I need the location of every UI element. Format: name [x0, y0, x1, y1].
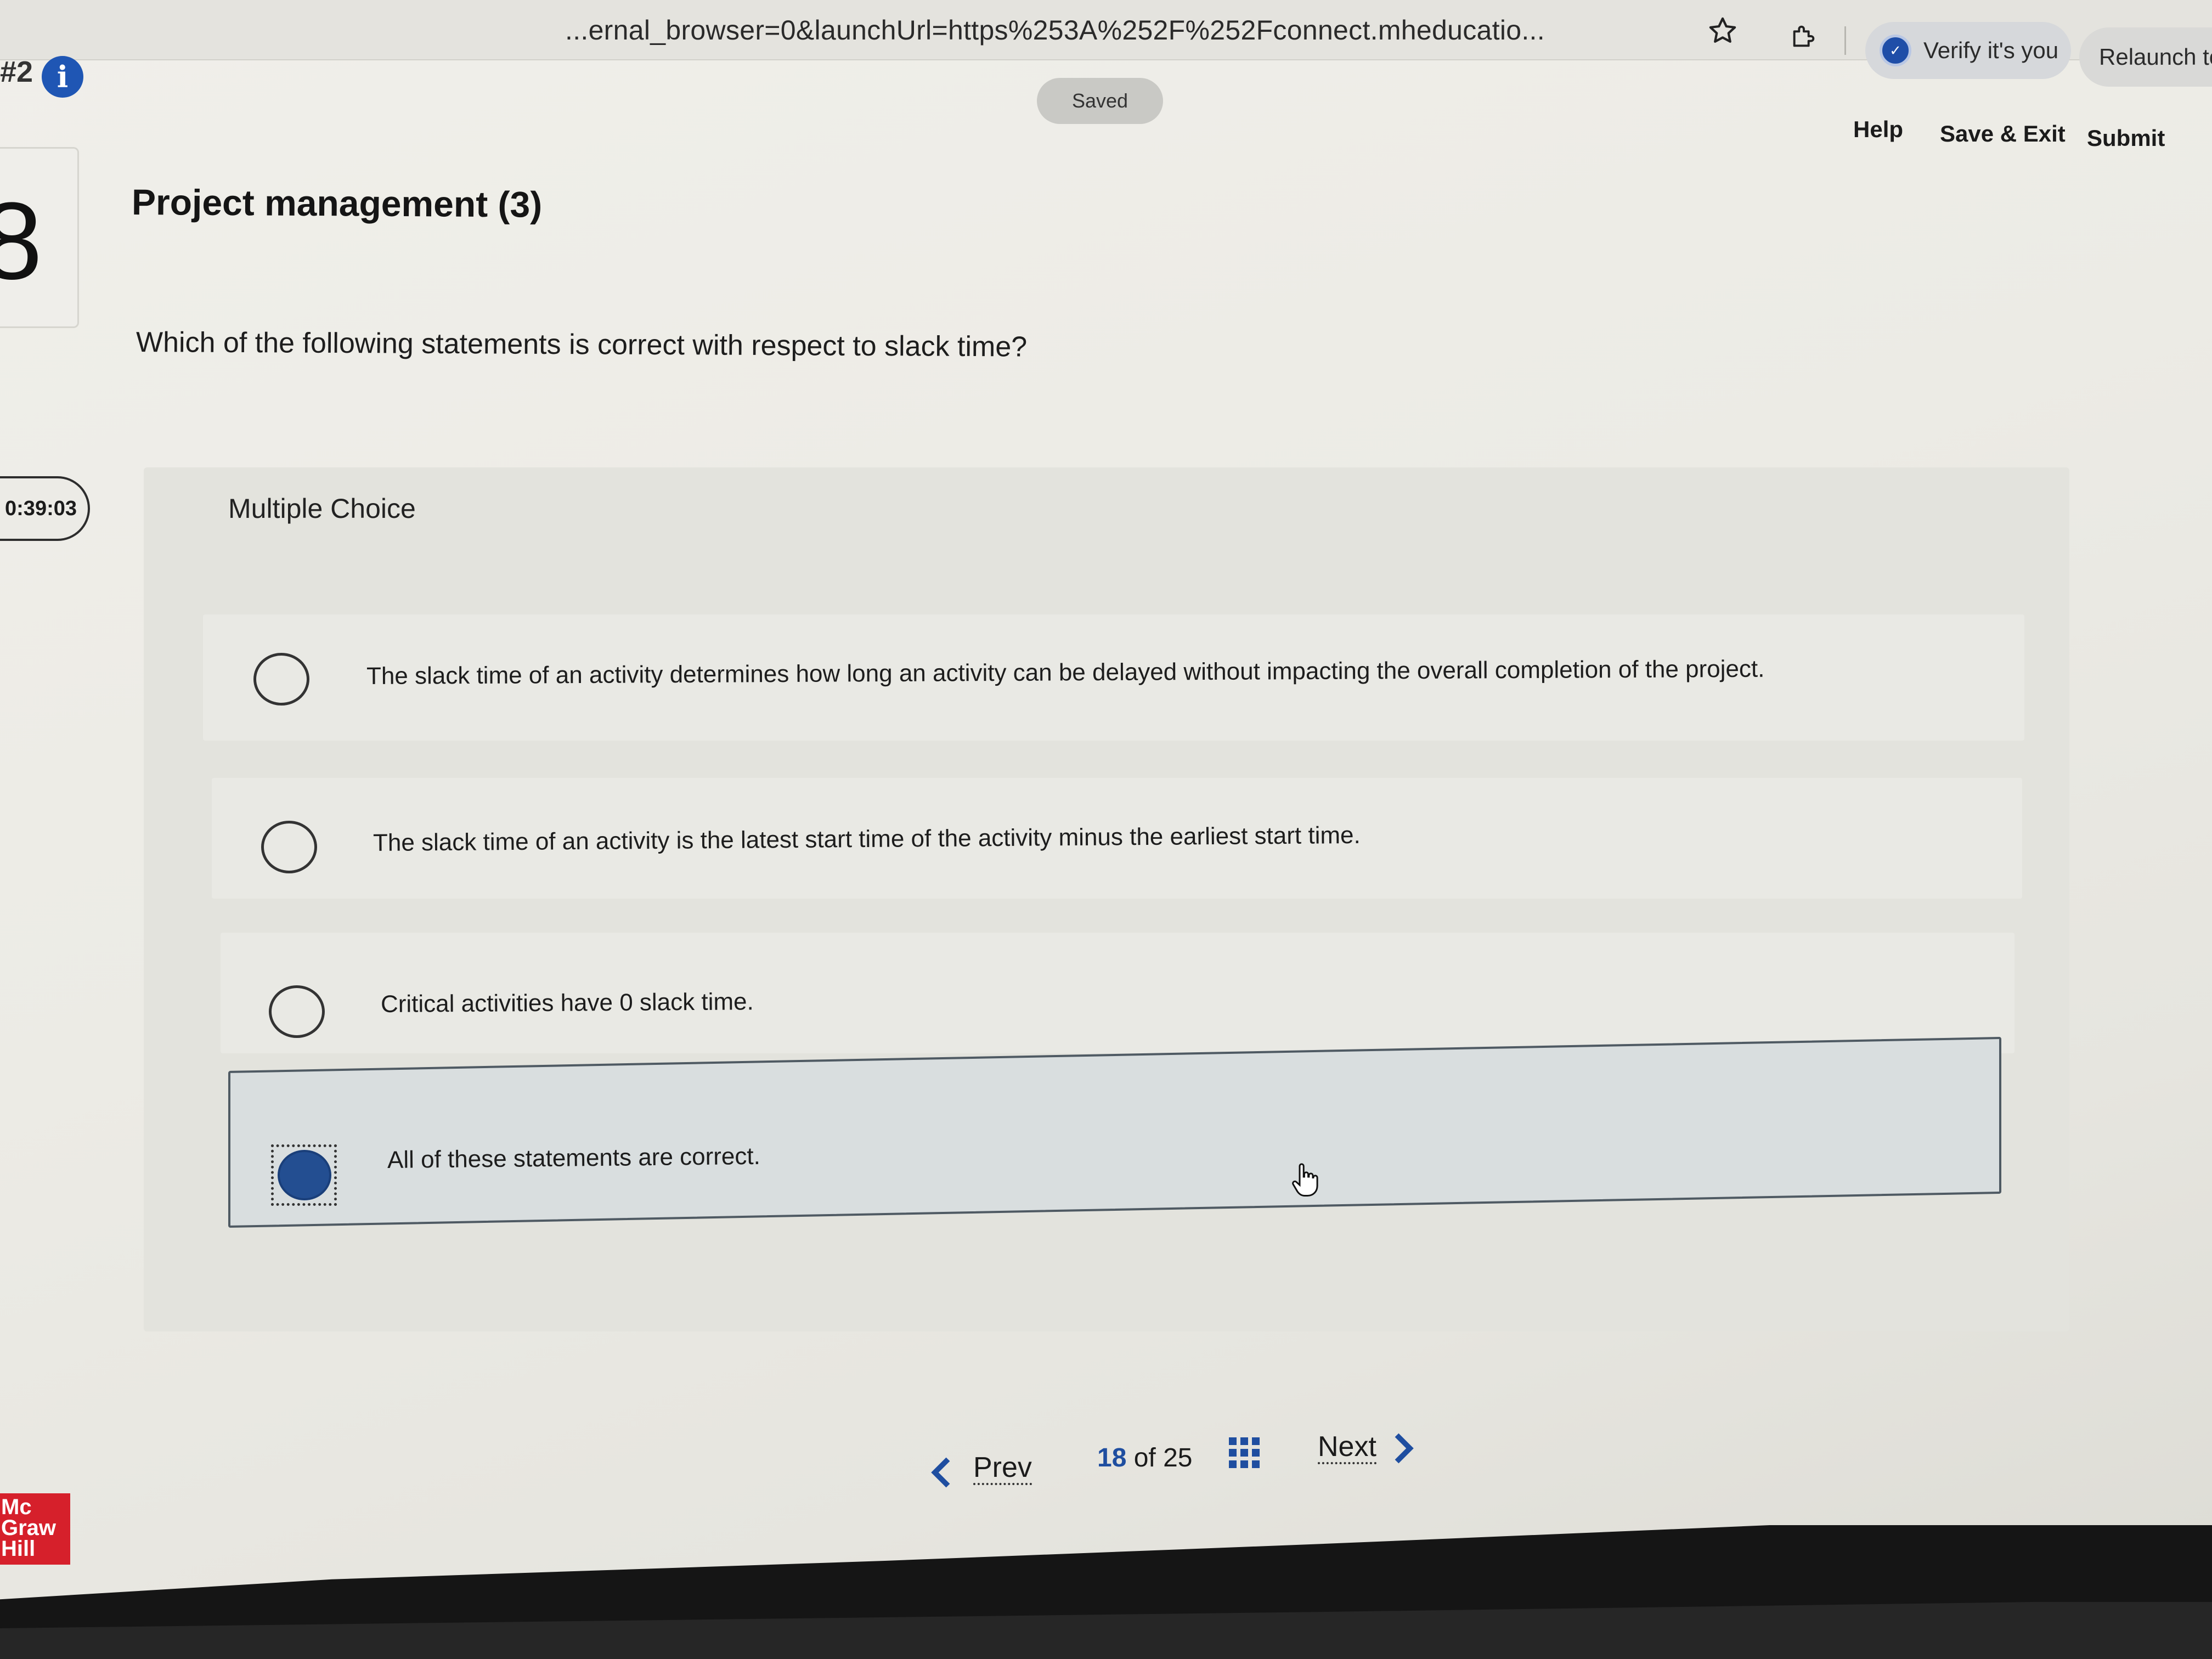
toolbar-separator	[1844, 26, 1846, 55]
browser-toolbar: ...ernal_browser=0&launchUrl=https%253A%…	[0, 0, 2212, 79]
timer[interactable]: 0:39:03	[0, 476, 90, 541]
bookmark-star-icon[interactable]	[1707, 15, 1738, 46]
total-pages: 25	[1163, 1443, 1193, 1472]
radio-option-c[interactable]	[269, 985, 325, 1038]
current-page: 18	[1097, 1443, 1127, 1472]
question-number: 8	[0, 180, 43, 302]
chevron-right-icon[interactable]	[1392, 1433, 1414, 1464]
question-tag: #2	[0, 55, 33, 88]
hand-pointer-cursor-icon	[1292, 1163, 1318, 1197]
logo-line-3: Hill	[1, 1537, 36, 1561]
save-exit-button[interactable]: Save & Exit	[1940, 121, 2066, 147]
verify-label: Verify it's you	[1923, 37, 2059, 63]
chevron-left-icon[interactable]	[930, 1457, 952, 1488]
logo-line-1: Mc	[1, 1495, 32, 1519]
saved-status-badge: Saved	[1037, 78, 1163, 124]
info-icon[interactable]: i	[42, 56, 83, 98]
radio-option-d-selected[interactable]	[278, 1150, 331, 1200]
verify-button[interactable]: ✓ Verify it's you	[1865, 22, 2071, 79]
question-type-label: Multiple Choice	[228, 493, 416, 524]
profile-shield-icon: ✓	[1880, 35, 1911, 66]
next-button[interactable]: Next	[1318, 1432, 1376, 1464]
submit-button[interactable]: Submit	[2087, 125, 2165, 151]
help-button[interactable]: Help	[1853, 116, 1903, 143]
radio-option-a[interactable]	[253, 653, 309, 706]
prev-button[interactable]: Prev	[973, 1453, 1032, 1485]
question-title: Project management (3)	[131, 182, 543, 225]
option-d-text: All of these statements are correct.	[387, 1142, 761, 1173]
radio-option-b[interactable]	[261, 821, 317, 873]
relaunch-button[interactable]: Relaunch to	[2079, 27, 2212, 87]
page-counter: 18 of 25	[1097, 1443, 1193, 1473]
screen: { "browser": { "url": "...ernal_browser=…	[0, 0, 2212, 1659]
mcgraw-hill-logo: Mc Graw Hill	[0, 1493, 70, 1565]
option-c-text: Critical activities have 0 slack time.	[380, 988, 754, 1018]
logo-line-2: Graw	[1, 1516, 57, 1540]
question-grid-icon[interactable]	[1229, 1437, 1260, 1468]
extensions-puzzle-icon[interactable]	[1790, 22, 1818, 50]
question-prompt: Which of the following statements is cor…	[136, 326, 1028, 363]
address-bar[interactable]: ...ernal_browser=0&launchUrl=https%253A%…	[565, 0, 1545, 60]
of-label: of	[1133, 1443, 1156, 1472]
